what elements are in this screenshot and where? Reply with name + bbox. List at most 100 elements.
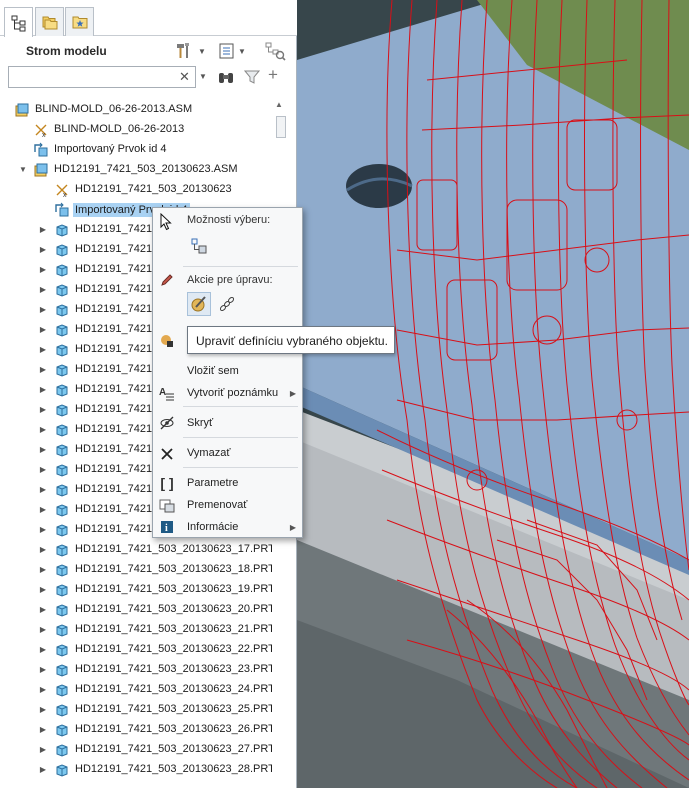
expand-arrow-right-icon[interactable]: ▶ xyxy=(38,605,48,614)
expand-arrow-right-icon[interactable]: ▶ xyxy=(38,285,48,294)
expand-arrow-right-icon[interactable]: ▶ xyxy=(38,345,48,354)
expand-arrow-right-icon[interactable]: ▶ xyxy=(38,485,48,494)
tree-item-label: HD12191_7421_ xyxy=(75,523,159,535)
expand-arrow-right-icon[interactable]: ▶ xyxy=(38,525,48,534)
expand-arrow-right-icon[interactable]: ▶ xyxy=(38,565,48,574)
scroll-up-icon[interactable]: ▲ xyxy=(275,100,283,109)
find-button[interactable] xyxy=(217,68,235,89)
expand-arrow-right-icon[interactable]: ▶ xyxy=(38,745,48,754)
tree-row[interactable]: ▶ HD12191_7421_503_20130623_28.PRT xyxy=(0,760,272,780)
mouse-pointer-icon xyxy=(160,213,172,231)
edit-definition-icon xyxy=(191,296,206,312)
expand-arrow-right-icon[interactable]: ▶ xyxy=(38,445,48,454)
list-icon xyxy=(219,43,234,59)
tree-item-label: HD12191_7421_503_20130623_21.PRT xyxy=(75,623,272,635)
svg-text:x: x xyxy=(42,132,46,138)
tree-row[interactable]: ▶ HD12191_7421_503_20130623_18.PRT xyxy=(0,560,272,580)
graphics-viewport[interactable] xyxy=(297,0,689,788)
menu-item-parameters[interactable]: Parametre xyxy=(187,477,238,489)
menu-item-insert-here[interactable]: Vložiť sem xyxy=(187,365,239,377)
tree-item-label: HD12191_7421_ xyxy=(75,383,159,395)
expand-arrow-right-icon[interactable]: ▶ xyxy=(38,225,48,234)
menu-item-information[interactable]: Informácie xyxy=(187,521,238,533)
tab-model-tree[interactable] xyxy=(4,7,33,37)
model-tree-header: Strom modelu ▼ ▼ xyxy=(0,36,297,66)
tree-item-label: HD12191_7421_503_20130623.ASM xyxy=(54,163,238,175)
tree-row[interactable]: ▶ HD12191_7421_503_20130623_22.PRT xyxy=(0,640,272,660)
clear-search-icon[interactable]: ✕ xyxy=(179,69,190,85)
tree-row[interactable]: ▶ HD12191_7421_503_20130623_20.PRT xyxy=(0,600,272,620)
expand-arrow-right-icon[interactable]: ▶ xyxy=(38,425,48,434)
tree-row[interactable]: x HD12191_7421_503_20130623 xyxy=(0,180,272,200)
part-icon xyxy=(54,222,70,238)
menu-item-create-note[interactable]: Vytvoriť poznámku xyxy=(187,387,278,399)
tree-row[interactable]: Importovaný Prvok id 4 xyxy=(0,140,272,160)
expand-arrow-right-icon[interactable]: ▶ xyxy=(38,645,48,654)
edit-references-button[interactable] xyxy=(215,292,239,316)
expand-arrow-down-icon[interactable]: ▼ xyxy=(18,165,28,174)
settings-tools-button[interactable]: ▼ xyxy=(174,41,206,61)
expand-arrow-right-icon[interactable]: ▶ xyxy=(38,305,48,314)
tree-row[interactable]: BLIND-MOLD_06-26-2013.ASM xyxy=(0,100,272,120)
assembly-icon xyxy=(33,162,49,178)
tab-favorites[interactable] xyxy=(65,7,94,36)
show-options-button[interactable]: ▼ xyxy=(218,41,246,61)
tree-item-label: HD12191_7421_ xyxy=(75,303,159,315)
expand-arrow-right-icon[interactable]: ▶ xyxy=(38,405,48,414)
expand-arrow-right-icon[interactable]: ▶ xyxy=(38,685,48,694)
expand-arrow-right-icon[interactable]: ▶ xyxy=(38,765,48,774)
scrollbar-thumb[interactable] xyxy=(276,116,286,138)
edit-definition-tooltip: Upraviť definíciu vybraného objektu. xyxy=(187,326,395,354)
part-icon xyxy=(54,342,70,358)
expand-arrow-right-icon[interactable]: ▶ xyxy=(38,705,48,714)
pencil-icon xyxy=(159,272,175,288)
add-icon[interactable]: + xyxy=(268,65,278,85)
part-icon xyxy=(54,242,70,258)
tree-row[interactable]: ▶ HD12191_7421_503_20130623_24.PRT xyxy=(0,680,272,700)
menu-item-delete[interactable]: Vymazať xyxy=(187,447,230,459)
tree-row[interactable]: ▶ HD12191_7421_503_20130623_25.PRT xyxy=(0,700,272,720)
binoculars-icon xyxy=(219,73,233,83)
expand-arrow-right-icon[interactable]: ▶ xyxy=(38,625,48,634)
expand-arrow-right-icon[interactable]: ▶ xyxy=(38,245,48,254)
expand-arrow-right-icon[interactable]: ▶ xyxy=(38,665,48,674)
select-component-button[interactable] xyxy=(187,234,211,258)
part-icon xyxy=(54,722,70,738)
expand-arrow-right-icon[interactable]: ▶ xyxy=(38,325,48,334)
edit-definition-button[interactable] xyxy=(187,292,211,316)
expand-arrow-right-icon[interactable]: ▶ xyxy=(38,465,48,474)
tree-row[interactable]: x BLIND-MOLD_06-26-2013 xyxy=(0,120,272,140)
part-icon xyxy=(54,682,70,698)
filter-button[interactable] xyxy=(243,68,261,89)
tree-item-label: HD12191_7421_ xyxy=(75,423,159,435)
menu-separator xyxy=(183,266,298,267)
expand-arrow-right-icon[interactable]: ▶ xyxy=(38,385,48,394)
expand-arrow-right-icon[interactable]: ▶ xyxy=(38,725,48,734)
menu-item-rename[interactable]: Premenovať xyxy=(187,499,247,511)
tab-folder-browser[interactable] xyxy=(35,7,64,36)
expand-arrow-right-icon[interactable]: ▶ xyxy=(38,265,48,274)
tree-row[interactable]: ▼ HD12191_7421_503_20130623.ASM xyxy=(0,160,272,180)
part-icon xyxy=(54,282,70,298)
filter-tree-button[interactable] xyxy=(264,41,286,61)
expand-arrow-right-icon[interactable]: ▶ xyxy=(38,505,48,514)
part-icon xyxy=(54,522,70,538)
tree-row[interactable]: ▶ HD12191_7421_503_20130623_27.PRT xyxy=(0,740,272,760)
expand-arrow-right-icon[interactable]: ▶ xyxy=(38,545,48,554)
search-options-chevron-icon[interactable]: ▼ xyxy=(199,72,207,81)
tree-row[interactable]: ▶ HD12191_7421_503_20130623_17.PRT xyxy=(0,540,272,560)
import-feature-icon xyxy=(33,142,49,158)
expand-arrow-right-icon[interactable]: ▶ xyxy=(38,365,48,374)
tree-row[interactable]: ▶ HD12191_7421_503_20130623_23.PRT xyxy=(0,660,272,680)
tree-row[interactable]: ▶ HD12191_7421_503_20130623_21.PRT xyxy=(0,620,272,640)
menu-item-hide[interactable]: Skryť xyxy=(187,417,213,429)
part-icon xyxy=(54,562,70,578)
tree-item-label: HD12191_7421_503_20130623_20.PRT xyxy=(75,603,272,615)
expand-arrow-right-icon[interactable]: ▶ xyxy=(38,585,48,594)
tree-row[interactable]: ▶ HD12191_7421_503_20130623_19.PRT xyxy=(0,580,272,600)
tree-item-label: HD12191_7421_503_20130623_28.PRT xyxy=(75,763,272,775)
tree-row[interactable]: ▶ HD12191_7421_503_20130623_26.PRT xyxy=(0,720,272,740)
search-input[interactable] xyxy=(8,66,196,88)
menu-separator xyxy=(183,437,298,438)
tree-item-label: HD12191_7421_ xyxy=(75,323,159,335)
